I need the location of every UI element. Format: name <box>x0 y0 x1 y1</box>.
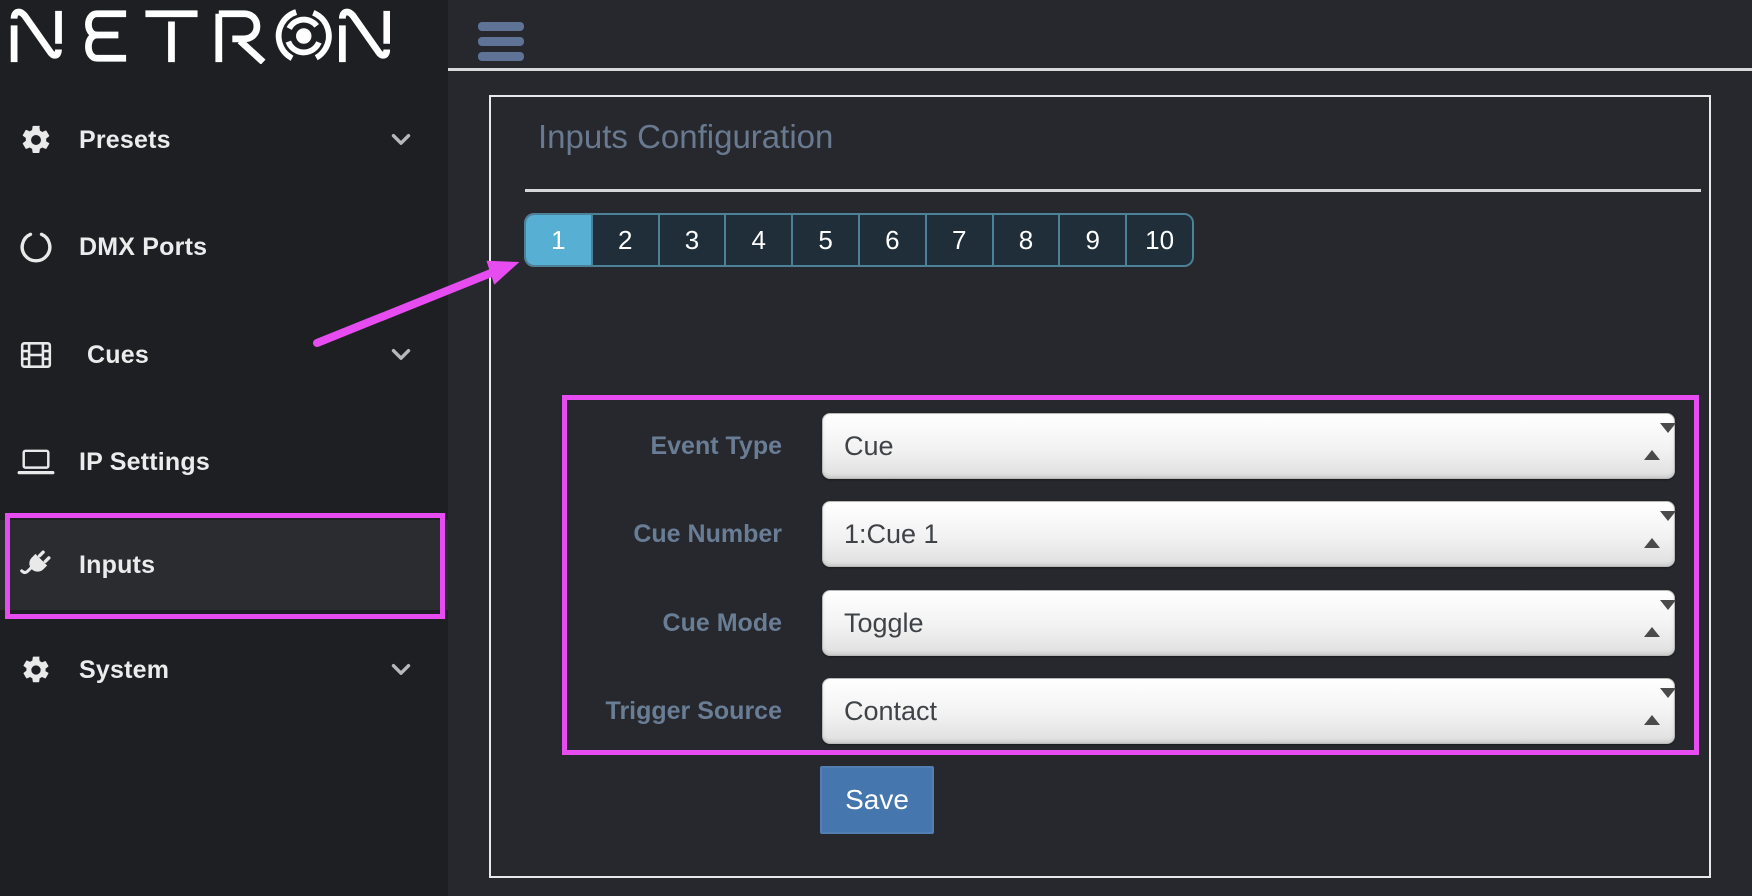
cue-mode-label: Cue Mode <box>662 608 782 637</box>
input-tab-1[interactable]: 1 <box>526 215 591 265</box>
hamburger-icon <box>478 21 524 31</box>
title-divider <box>525 189 1701 192</box>
input-tab-7[interactable]: 7 <box>924 215 992 265</box>
netron-logo-icon <box>10 7 391 65</box>
sidebar-item-label: IP Settings <box>79 447 210 476</box>
input-tab-2[interactable]: 2 <box>590 215 658 265</box>
select-arrows-icon <box>1644 511 1676 548</box>
film-icon <box>17 336 55 374</box>
chevron-down-icon <box>386 655 416 685</box>
save-button[interactable]: Save <box>820 766 934 834</box>
sidebar: Presets DMX Ports Cues IP Settings Input… <box>0 0 448 896</box>
select-arrows-icon <box>1644 423 1676 460</box>
input-tab-10[interactable]: 10 <box>1125 215 1192 265</box>
sidebar-item-ip-settings[interactable]: IP Settings <box>0 417 448 507</box>
select-arrows-icon <box>1644 600 1676 637</box>
sidebar-item-label: Cues <box>87 340 149 369</box>
trigger-source-label: Trigger Source <box>605 696 782 725</box>
cue-mode-select[interactable]: Toggle <box>822 590 1676 656</box>
input-tab-3[interactable]: 3 <box>657 215 725 265</box>
sidebar-item-cues[interactable]: Cues <box>0 310 448 400</box>
plug-icon <box>17 546 55 584</box>
sidebar-item-dmx-ports[interactable]: DMX Ports <box>0 202 448 292</box>
gear-icon <box>17 121 55 159</box>
gear-icon <box>17 651 55 689</box>
input-tab-6[interactable]: 6 <box>857 215 925 265</box>
sidebar-item-label: Inputs <box>79 550 156 579</box>
cue-mode-value: Toggle <box>844 607 924 638</box>
topbar <box>448 0 1752 71</box>
sidebar-item-presets[interactable]: Presets <box>0 95 448 185</box>
event-type-label: Event Type <box>650 431 782 460</box>
netron-logo <box>8 7 391 65</box>
event-type-value: Cue <box>844 430 894 461</box>
cue-number-label: Cue Number <box>633 519 782 548</box>
event-type-select[interactable]: Cue <box>822 413 1676 479</box>
input-tabs: 1 2 3 4 5 6 7 8 9 10 <box>524 213 1194 267</box>
chevron-down-icon <box>386 125 416 155</box>
ring-icon <box>17 228 55 266</box>
trigger-source-value: Contact <box>844 695 938 726</box>
inputs-configuration-panel: Inputs Configuration 1 2 3 4 5 6 7 8 9 1… <box>489 95 1711 878</box>
input-tab-8[interactable]: 8 <box>991 215 1059 265</box>
input-tab-4[interactable]: 4 <box>724 215 792 265</box>
input-tab-9[interactable]: 9 <box>1058 215 1126 265</box>
sidebar-item-label: System <box>79 655 170 684</box>
sidebar-item-inputs[interactable]: Inputs <box>0 520 448 610</box>
cue-number-select[interactable]: 1:Cue 1 <box>822 501 1676 567</box>
sidebar-item-label: DMX Ports <box>79 232 208 261</box>
menu-button[interactable] <box>478 21 524 61</box>
chevron-down-icon <box>386 340 416 370</box>
laptop-icon <box>17 443 55 481</box>
input-tab-5[interactable]: 5 <box>791 215 858 265</box>
page-title: Inputs Configuration <box>538 118 834 155</box>
main-content: Inputs Configuration 1 2 3 4 5 6 7 8 9 1… <box>448 0 1752 896</box>
sidebar-item-system[interactable]: System <box>0 625 448 715</box>
cue-number-value: 1:Cue 1 <box>844 518 939 549</box>
trigger-source-select[interactable]: Contact <box>822 678 1676 744</box>
select-arrows-icon <box>1644 688 1676 725</box>
netron-app: Presets DMX Ports Cues IP Settings Input… <box>0 0 1752 896</box>
sidebar-item-label: Presets <box>79 125 171 154</box>
